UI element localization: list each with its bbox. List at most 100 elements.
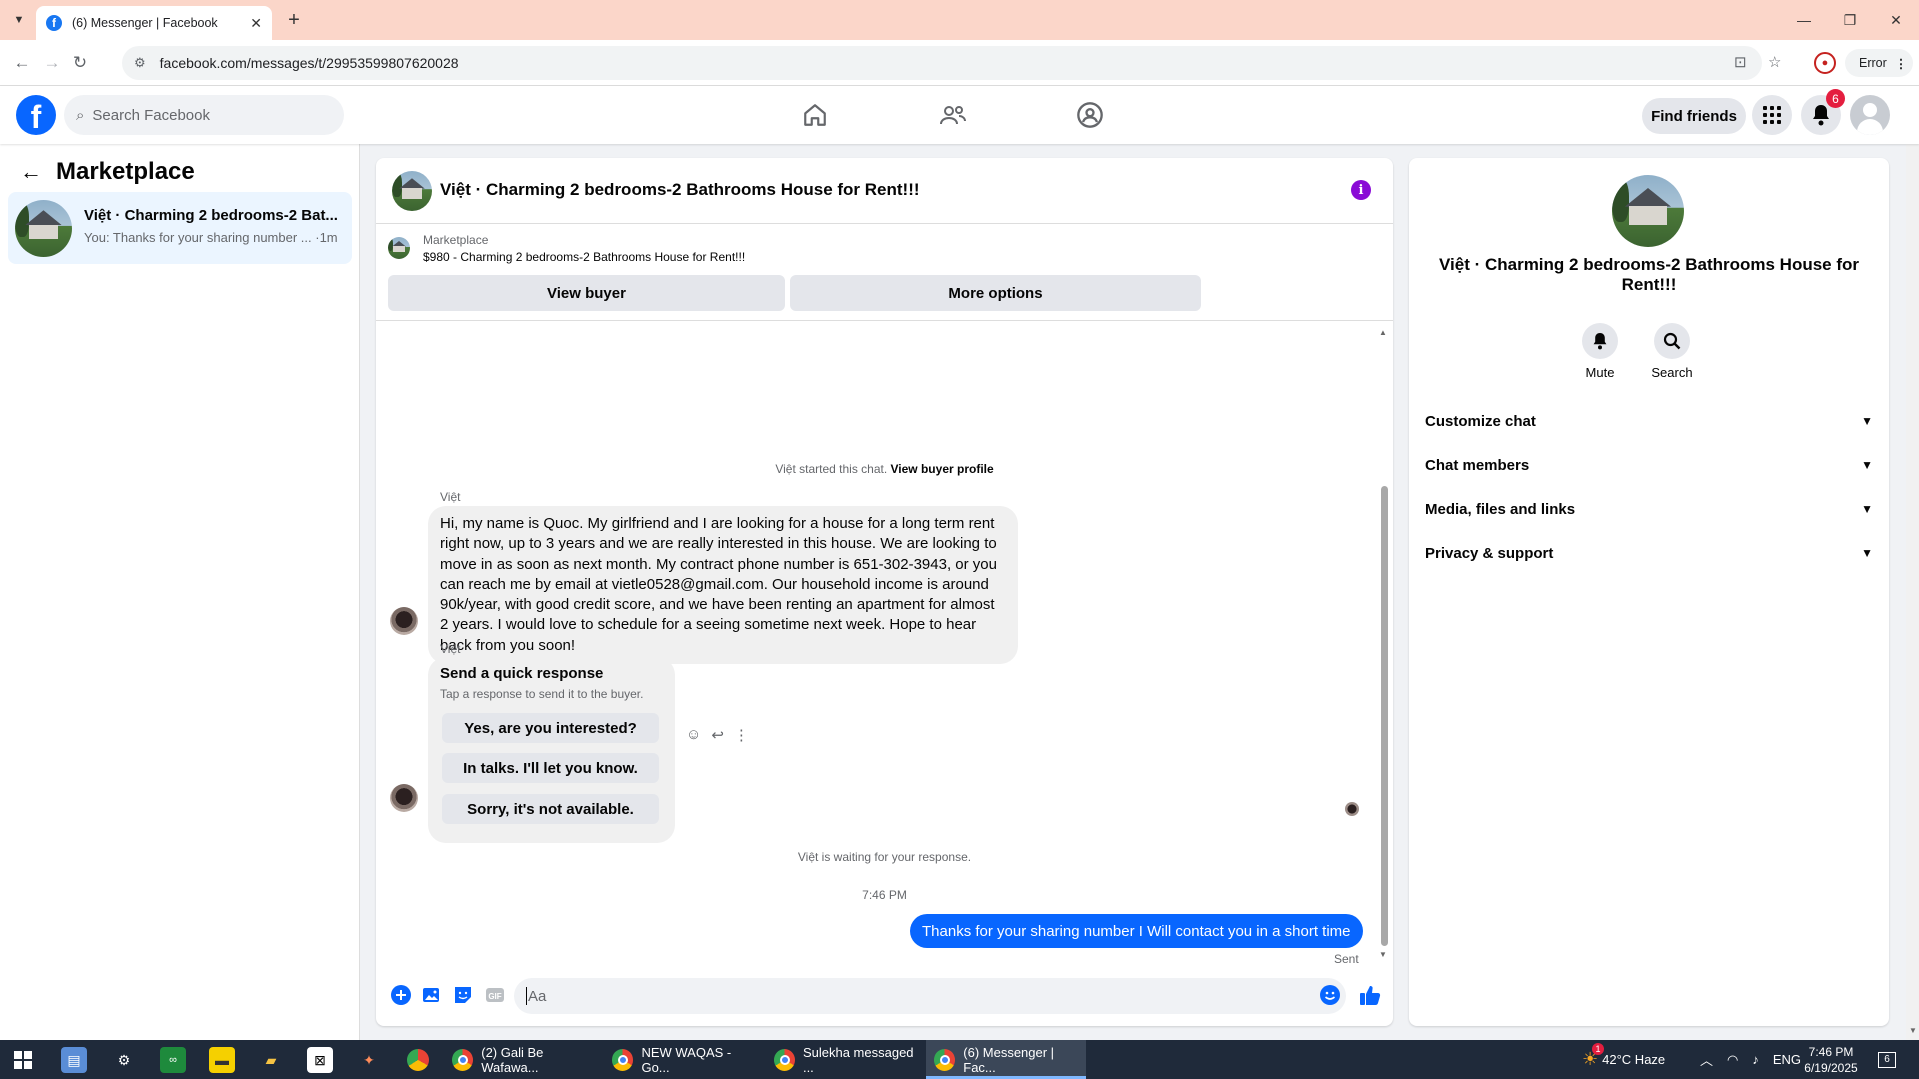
site-info-icon[interactable]: ⚙ [134,55,146,71]
quick-response-card: Send a quick response Tap a response to … [428,657,675,843]
more-actions-icon[interactable]: ⋮ [734,726,749,744]
back-arrow-icon[interactable]: ← [20,159,42,185]
error-menu-button[interactable]: Error ⋮ [1845,49,1913,77]
attach-photo-icon[interactable] [421,984,443,1006]
message-input[interactable]: Aa [514,978,1346,1014]
show-hidden-icons-icon[interactable]: ︿ [1700,1050,1713,1069]
menu-grid-icon[interactable] [1752,95,1792,135]
page-scrollbar[interactable]: ▲ ▼ [1906,86,1919,1040]
chat-details-panel: Việt · Charming 2 bedrooms-2 Bathrooms H… [1409,158,1889,1026]
sent-status: Sent [1334,952,1359,966]
taskbar-app-chrome-2[interactable]: NEW WAQAS - Go... [604,1040,760,1079]
facebook-favicon-icon: f [46,15,62,31]
search-label: Search [1651,365,1693,380]
incoming-message[interactable]: Hi, my name is Quoc. My girlfriend and I… [428,506,1018,665]
taskbar-app-chrome-3[interactable]: Sulekha messaged ... [766,1040,922,1079]
new-tab-icon[interactable]: + [282,8,306,32]
chrome-icon [612,1048,634,1071]
taskbar-app-messenger[interactable]: (6) Messenger | Fac... [926,1040,1086,1079]
tab-close-icon[interactable]: ✕ [250,15,262,32]
find-friends-button[interactable]: Find friends [1642,98,1746,134]
volume-icon[interactable]: ♪ [1752,1052,1759,1067]
home-nav-icon[interactable] [800,100,830,130]
quick-reply-in-talks[interactable]: In talks. I'll let you know. [442,753,659,783]
back-icon[interactable]: ← [10,51,34,75]
message-list[interactable]: ▲ ▼ Việt started this chat. View buyer p… [376,322,1393,966]
conversation-item[interactable]: Việt · Charming 2 bedrooms-2 Bat... You:… [8,192,352,264]
file-app-icon[interactable]: ▤ [61,1047,87,1073]
weather-widget[interactable]: ☀ 1 42°C Haze [1582,1040,1665,1079]
account-avatar[interactable] [1850,95,1890,135]
settings-gear-icon[interactable]: ⚙ [111,1047,137,1073]
quick-reply-interested[interactable]: Yes, are you interested? [442,713,659,743]
search-input[interactable]: ⌕ Search Facebook [64,95,344,135]
like-thumbs-up-icon[interactable] [1359,984,1381,1006]
quick-reply-not-available[interactable]: Sorry, it's not available. [442,794,659,824]
privacy-support-row[interactable]: Privacy & support ▼ [1425,535,1873,571]
add-more-icon[interactable] [390,984,412,1006]
message-timestamp: 7:46 PM [862,888,907,902]
sender-avatar-2[interactable] [390,784,418,812]
bookmark-star-icon[interactable]: ☆ [1768,53,1781,71]
reload-icon[interactable]: ↻ [68,51,92,75]
omnibox[interactable]: ⚙ facebook.com/messages/t/29953599807620… [122,46,1781,80]
chat-title[interactable]: Việt · Charming 2 bedrooms-2 Bathrooms H… [440,180,920,200]
windows-taskbar: ▤ ⚙ ∞ ▬ ▰ ⊠ ✦ (2) Gali Be Wafawa... NEW … [0,1040,1919,1079]
facebook-logo[interactable]: f [16,95,56,135]
forward-icon[interactable]: → [40,51,64,75]
browser-profile-icon[interactable]: ● [1814,52,1836,74]
customize-chat-label: Customize chat [1425,412,1536,430]
url-text: facebook.com/messages/t/2995359980762002… [159,55,459,71]
chrome-icon[interactable] [405,1047,431,1073]
chat-scrollbar[interactable]: ▲ ▼ [1378,326,1390,962]
groups-nav-icon[interactable] [1075,100,1105,130]
chat-members-row[interactable]: Chat members ▼ [1425,447,1873,483]
facebook-header: f ⌕ Search Facebook Find friends 6 [0,86,1919,144]
view-buyer-button[interactable]: View buyer [388,275,785,311]
friends-nav-icon[interactable] [938,100,968,130]
media-files-links-row[interactable]: Media, files and links ▼ [1425,491,1873,527]
react-emoji-icon[interactable]: ☺ [686,726,701,744]
listing-banner: Marketplace $980 - Charming 2 bedrooms-2… [376,225,1393,321]
mute-button[interactable]: Mute [1570,323,1630,380]
customize-chat-row[interactable]: Customize chat ▼ [1425,403,1873,439]
app-logo-icon[interactable]: ✦ [356,1047,382,1073]
error-label: Error [1859,56,1887,70]
mute-bell-icon [1582,323,1618,359]
listing-price[interactable]: $980 - Charming 2 bedrooms-2 Bathrooms H… [423,250,745,264]
notification-center-icon[interactable]: 6 [1878,1040,1896,1079]
clock-date: 6/19/2025 [1804,1060,1858,1075]
minimize-icon[interactable]: — [1781,0,1827,40]
install-app-icon[interactable]: ⊡ [1734,53,1747,71]
chat-avatar[interactable] [392,171,432,211]
chevron-down-icon: ▼ [1861,458,1873,472]
weather-text: 42°C Haze [1602,1052,1666,1067]
clock[interactable]: 7:46 PM 6/19/2025 [1796,1040,1866,1079]
chrome-icon [774,1048,795,1071]
sticker-icon[interactable] [452,984,474,1006]
close-window-icon[interactable]: ✕ [1873,0,1919,40]
svg-text:GIF: GIF [488,992,501,1001]
restore-icon[interactable]: ❐ [1827,0,1873,40]
browser-tab-messenger[interactable]: f (6) Messenger | Facebook ✕ [36,6,272,40]
search-placeholder: Search Facebook [92,106,210,124]
reply-icon[interactable]: ↩ [711,726,724,744]
view-buyer-profile-link[interactable]: View buyer profile [891,462,994,476]
tab-search-chevron-icon[interactable]: ▼ [8,9,30,31]
file-explorer-icon[interactable]: ▰ [258,1047,284,1073]
search-in-chat-button[interactable]: Search [1642,323,1702,380]
listing-label: Marketplace [423,233,489,247]
capcut-icon[interactable]: ⊠ [307,1047,333,1073]
wifi-icon[interactable]: ◠ [1727,1052,1738,1068]
sticky-notes-icon[interactable]: ▬ [209,1047,235,1073]
info-icon[interactable]: i [1351,180,1371,200]
more-options-button[interactable]: More options [790,275,1201,311]
outgoing-message[interactable]: Thanks for your sharing number I Will co… [910,914,1363,948]
windows-start-icon[interactable] [10,1047,36,1073]
sender-avatar[interactable] [390,607,418,635]
chat-details-avatar[interactable] [1612,175,1684,247]
emoji-icon[interactable] [1319,984,1341,1006]
taskbar-app-chrome-1[interactable]: (2) Gali Be Wafawa... [444,1040,600,1079]
app-infinity-icon[interactable]: ∞ [160,1047,186,1073]
gif-icon[interactable]: GIF [484,984,506,1006]
